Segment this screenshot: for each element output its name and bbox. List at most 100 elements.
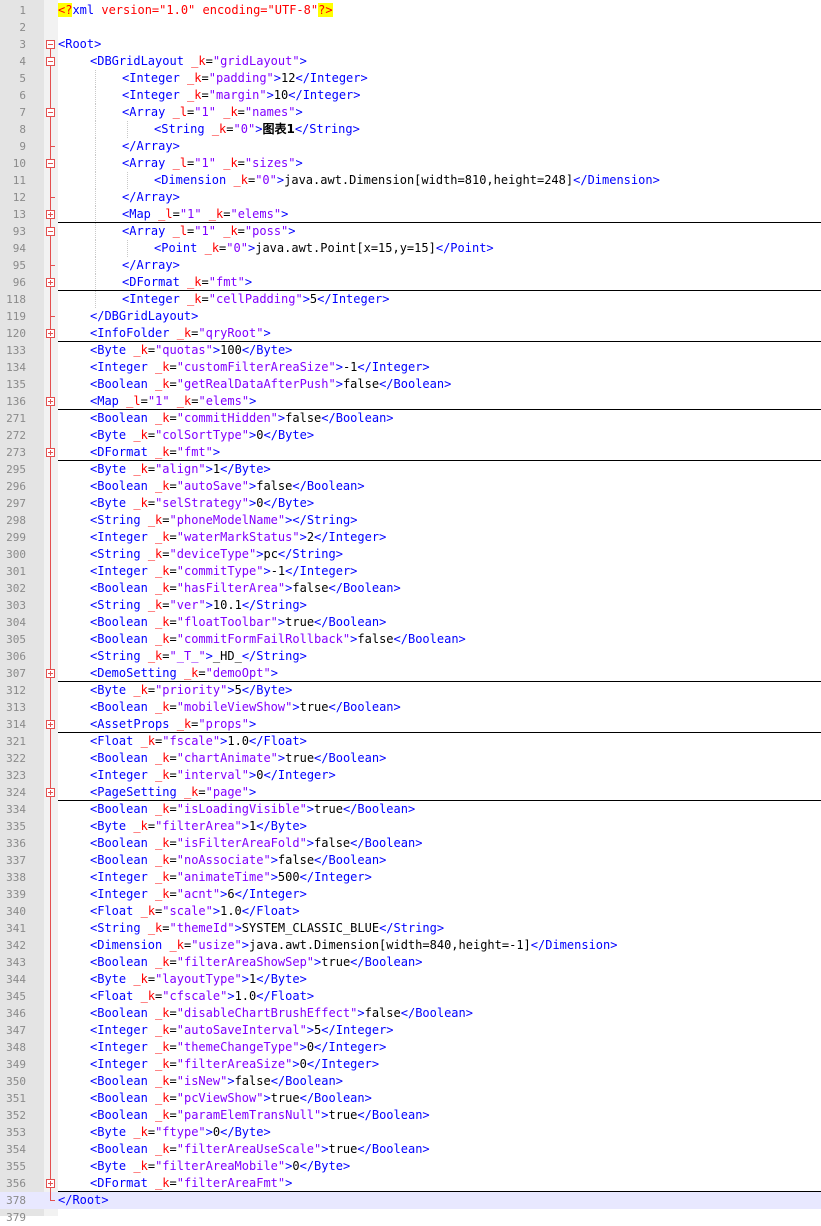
code-text[interactable]: </Root> xyxy=(58,1192,109,1209)
code-text[interactable]: <Integer _k="themeChangeType">0</Integer… xyxy=(90,1039,386,1056)
code-line[interactable]: 340 <Float _k="scale">1.0</Float> xyxy=(0,903,821,920)
code-text[interactable]: <String _k="phoneModelName"></String> xyxy=(90,512,357,529)
code-line[interactable]: 273 <DFormat _k="fmt"> xyxy=(0,444,821,461)
code-line[interactable]: 322 <Boolean _k="chartAnimate">true</Bool… xyxy=(0,750,821,767)
code-text[interactable]: <Byte _k="ftype">0</Byte> xyxy=(90,1124,271,1141)
code-line[interactable]: 321 <Float _k="fscale">1.0</Float> xyxy=(0,733,821,750)
code-line[interactable]: 7 <Array _l="1" _k="names"> xyxy=(0,104,821,121)
fold-expand-icon[interactable] xyxy=(44,274,58,291)
code-text[interactable]: <String _k="0">图表1</String> xyxy=(154,121,360,138)
code-line[interactable]: 119 </DBGridLayout> xyxy=(0,308,821,325)
code-text[interactable]: <Byte _k="priority">5</Byte> xyxy=(90,682,292,699)
code-text[interactable]: <Integer _k="autoSaveInterval">5</Intege… xyxy=(90,1022,394,1039)
code-text[interactable]: <Array _l="1" _k="sizes"> xyxy=(122,155,303,172)
code-text[interactable]: <Boolean _k="filterAreaShowSep">true</Bo… xyxy=(90,954,422,971)
code-line[interactable]: 118 <Integer _k="cellPadding">5</Integer> xyxy=(0,291,821,308)
code-text[interactable]: <Integer _k="interval">0</Integer> xyxy=(90,767,336,784)
fold-collapse-icon[interactable] xyxy=(44,155,58,172)
code-text[interactable]: <Float _k="cfscale">1.0</Float> xyxy=(90,988,314,1005)
code-text[interactable]: <InfoFolder _k="qryRoot"> xyxy=(90,325,271,342)
code-line[interactable]: 120 <InfoFolder _k="qryRoot"> xyxy=(0,325,821,342)
code-text[interactable]: <Integer _k="padding">12</Integer> xyxy=(122,70,368,87)
code-line[interactable]: 4 <DBGridLayout _k="gridLayout"> xyxy=(0,53,821,70)
code-text[interactable]: <Boolean _k="mobileViewShow">true</Boole… xyxy=(90,699,401,716)
code-line[interactable]: 3 <Root> xyxy=(0,36,821,53)
code-text[interactable]: </DBGridLayout> xyxy=(90,308,198,325)
xml-editor[interactable]: 1 <?xml version="1.0" encoding="UTF-8"?> 2… xyxy=(0,0,821,1224)
fold-expand-icon[interactable] xyxy=(44,1175,58,1192)
code-line[interactable]: 301 <Integer _k="commitType">-1</Integer> xyxy=(0,563,821,580)
code-text[interactable]: <Float _k="fscale">1.0</Float> xyxy=(90,733,307,750)
code-text[interactable]: <Boolean _k="isFilterAreaFold">false</Bo… xyxy=(90,835,422,852)
fold-expand-icon[interactable] xyxy=(44,716,58,733)
code-line[interactable]: 95 </Array> xyxy=(0,257,821,274)
code-text[interactable]: <Float _k="scale">1.0</Float> xyxy=(90,903,300,920)
code-line[interactable]: 303 <String _k="ver">10.1</String> xyxy=(0,597,821,614)
code-text[interactable]: </Array> xyxy=(122,138,180,155)
code-text[interactable]: <String _k="themeId">SYSTEM_CLASSIC_BLUE… xyxy=(90,920,444,937)
code-text[interactable]: <Boolean _k="getRealDataAfterPush">false… xyxy=(90,376,451,393)
code-line[interactable]: 11 <Dimension _k="0">java.awt.Dimension[w… xyxy=(0,172,821,189)
code-text[interactable]: <Byte _k="quotas">100</Byte> xyxy=(90,342,292,359)
code-line[interactable]: 300 <String _k="deviceType">pc</String> xyxy=(0,546,821,563)
code-line[interactable]: 297 <Byte _k="selStrategy">0</Byte> xyxy=(0,495,821,512)
code-text[interactable]: <Root> xyxy=(58,36,101,53)
code-line[interactable]: 304 <Boolean _k="floatToolbar">true</Bool… xyxy=(0,614,821,631)
code-line[interactable]: 307 <DemoSetting _k="demoOpt"> xyxy=(0,665,821,682)
code-text[interactable]: <Array _l="1" _k="poss"> xyxy=(122,223,296,240)
code-line[interactable]: 346 <Boolean _k="disableChartBrushEffect"… xyxy=(0,1005,821,1022)
code-text[interactable]: <Boolean _k="isNew">false</Boolean> xyxy=(90,1073,343,1090)
code-text[interactable]: <Boolean _k="autoSave">false</Boolean> xyxy=(90,478,365,495)
fold-expand-icon[interactable] xyxy=(44,393,58,410)
code-line[interactable]: 314 <AssetProps _k="props"> xyxy=(0,716,821,733)
code-line[interactable]: 341 <String _k="themeId">SYSTEM_CLASSIC_B… xyxy=(0,920,821,937)
fold-collapse-icon[interactable] xyxy=(44,223,58,240)
code-line[interactable]: 350 <Boolean _k="isNew">false</Boolean> xyxy=(0,1073,821,1090)
code-line[interactable]: 13 <Map _l="1" _k="elems"> xyxy=(0,206,821,223)
fold-collapse-icon[interactable] xyxy=(44,104,58,121)
code-line[interactable]: 295 <Byte _k="align">1</Byte> xyxy=(0,461,821,478)
code-line[interactable]: 347 <Integer _k="autoSaveInterval">5</Int… xyxy=(0,1022,821,1039)
code-text[interactable]: <Boolean _k="isLoadingVisible">true</Boo… xyxy=(90,801,415,818)
code-line[interactable]: 356 <DFormat _k="filterAreaFmt"> xyxy=(0,1175,821,1192)
code-line[interactable]: 342 <Dimension _k="usize">java.awt.Dimens… xyxy=(0,937,821,954)
code-text[interactable]: <DBGridLayout _k="gridLayout"> xyxy=(90,53,307,70)
code-line[interactable]: 299 <Integer _k="waterMarkStatus">2</Inte… xyxy=(0,529,821,546)
code-line[interactable]: 9 </Array> xyxy=(0,138,821,155)
code-text[interactable]: <Byte _k="layoutType">1</Byte> xyxy=(90,971,307,988)
code-text[interactable]: <Integer _k="margin">10</Integer> xyxy=(122,87,361,104)
code-line[interactable]: 2 xyxy=(0,19,821,36)
code-line[interactable]: 1 <?xml version="1.0" encoding="UTF-8"?> xyxy=(0,2,821,19)
code-text[interactable]: <?xml version="1.0" encoding="UTF-8"?> xyxy=(58,2,333,19)
code-text[interactable]: <Byte _k="filterAreaMobile">0</Byte> xyxy=(90,1158,350,1175)
fold-expand-icon[interactable] xyxy=(44,665,58,682)
code-text[interactable]: <Point _k="0">java.awt.Point[x=15,y=15]<… xyxy=(154,240,494,257)
code-line[interactable]: 337 <Boolean _k="noAssociate">false</Bool… xyxy=(0,852,821,869)
code-text[interactable]: <Boolean _k="hasFilterArea">false</Boole… xyxy=(90,580,401,597)
code-line[interactable]: 323 <Integer _k="interval">0</Integer> xyxy=(0,767,821,784)
code-line[interactable]: 12 </Array> xyxy=(0,189,821,206)
code-text[interactable]: <Byte _k="filterArea">1</Byte> xyxy=(90,818,307,835)
fold-expand-icon[interactable] xyxy=(44,206,58,223)
fold-collapse-icon[interactable] xyxy=(44,53,58,70)
code-line[interactable]: 339 <Integer _k="acnt">6</Integer> xyxy=(0,886,821,903)
code-text[interactable]: <Integer _k="animateTime">500</Integer> xyxy=(90,869,372,886)
code-text[interactable]: <DFormat _k="fmt"> xyxy=(122,274,252,291)
code-line[interactable]: 133 <Byte _k="quotas">100</Byte> xyxy=(0,342,821,359)
code-text[interactable]: <Boolean _k="filterAreaUseScale">true</B… xyxy=(90,1141,430,1158)
code-line[interactable]: 8 <String _k="0">图表1</String> xyxy=(0,121,821,138)
fold-collapse-icon[interactable] xyxy=(44,36,58,53)
code-text[interactable]: <Map _l="1" _k="elems"> xyxy=(122,206,288,223)
code-line[interactable]: 10 <Array _l="1" _k="sizes"> xyxy=(0,155,821,172)
code-text[interactable]: <Boolean _k="pcViewShow">true</Boolean> xyxy=(90,1090,372,1107)
code-line[interactable]: 136 <Map _l="1" _k="elems"> xyxy=(0,393,821,410)
code-text[interactable]: <Integer _k="customFilterAreaSize">-1</I… xyxy=(90,359,430,376)
code-text[interactable]: <Dimension _k="0">java.awt.Dimension[wid… xyxy=(154,172,660,189)
code-text[interactable]: <Boolean _k="chartAnimate">true</Boolean… xyxy=(90,750,386,767)
code-text[interactable]: <DemoSetting _k="demoOpt"> xyxy=(90,665,278,682)
code-line[interactable]: 379 xyxy=(0,1209,821,1226)
code-line[interactable]: 345 <Float _k="cfscale">1.0</Float> xyxy=(0,988,821,1005)
code-line[interactable]: 298 <String _k="phoneModelName"></String> xyxy=(0,512,821,529)
code-text[interactable]: <Byte _k="selStrategy">0</Byte> xyxy=(90,495,314,512)
code-text[interactable]: <DFormat _k="fmt"> xyxy=(90,444,220,461)
